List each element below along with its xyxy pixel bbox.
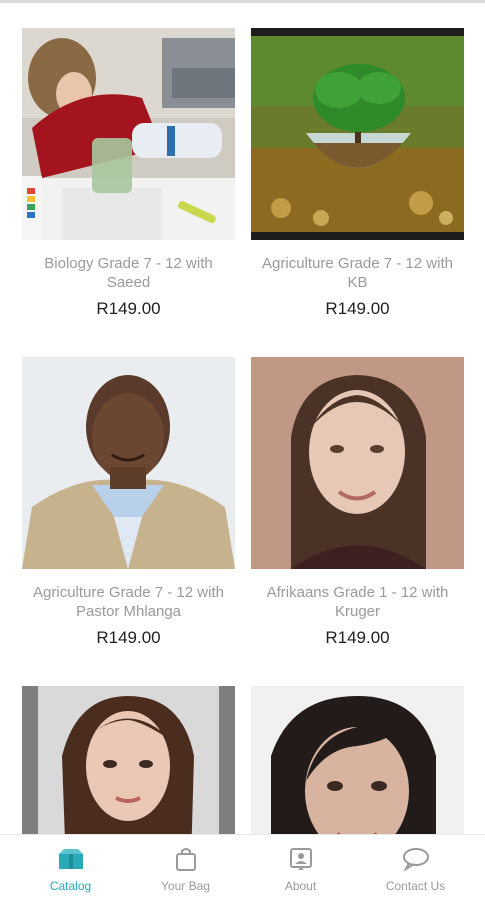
product-card[interactable]: Biology Grade 7 - 12 with Saeed R149.00 <box>22 28 235 319</box>
tab-label: About <box>284 879 317 893</box>
product-title[interactable]: Afrikaans Grade 1 - 12 with Kruger <box>251 583 464 621</box>
product-image[interactable] <box>251 357 464 569</box>
catalog-icon <box>10 843 131 875</box>
tab-label: Catalog <box>49 879 92 893</box>
product-image[interactable] <box>22 357 235 569</box>
shopping-bag-icon <box>125 843 246 875</box>
product-title[interactable]: Biology Grade 7 - 12 with Saeed <box>22 254 235 292</box>
product-price: R149.00 <box>96 299 161 318</box>
tab-your-bag[interactable]: Your Bag <box>125 843 246 893</box>
about-icon <box>240 843 361 875</box>
product-grid: Biology Grade 7 - 12 with Saeed R149.00 <box>0 0 485 834</box>
product-price: R149.00 <box>325 628 390 647</box>
product-image[interactable] <box>22 686 235 834</box>
tab-label: Contact Us <box>385 879 446 893</box>
product-image[interactable] <box>251 686 464 834</box>
product-title[interactable]: Agriculture Grade 7 - 12 with KB <box>251 254 464 292</box>
product-card[interactable]: Agriculture Grade 7 - 12 with KB R149.00 <box>251 28 464 319</box>
chat-bubble-icon <box>355 843 476 875</box>
tab-about[interactable]: About <box>240 843 361 893</box>
product-price: R149.00 <box>325 299 390 318</box>
product-title[interactable]: Agriculture Grade 7 - 12 with Pastor Mhl… <box>22 583 235 621</box>
product-card[interactable] <box>251 686 464 834</box>
product-card[interactable]: Agriculture Grade 7 - 12 with Pastor Mhl… <box>22 357 235 648</box>
tab-contact-us[interactable]: Contact Us <box>355 843 476 893</box>
product-price: R149.00 <box>96 628 161 647</box>
tab-label: Your Bag <box>161 879 210 893</box>
product-image[interactable] <box>251 28 464 240</box>
product-image[interactable] <box>22 28 235 240</box>
product-card[interactable]: Afrikaans Grade 1 - 12 with Kruger R149.… <box>251 357 464 648</box>
product-card[interactable] <box>22 686 235 834</box>
tab-catalog[interactable]: Catalog <box>10 843 131 893</box>
bottom-tab-bar: Catalog Your Bag About Contact Us <box>0 834 485 901</box>
